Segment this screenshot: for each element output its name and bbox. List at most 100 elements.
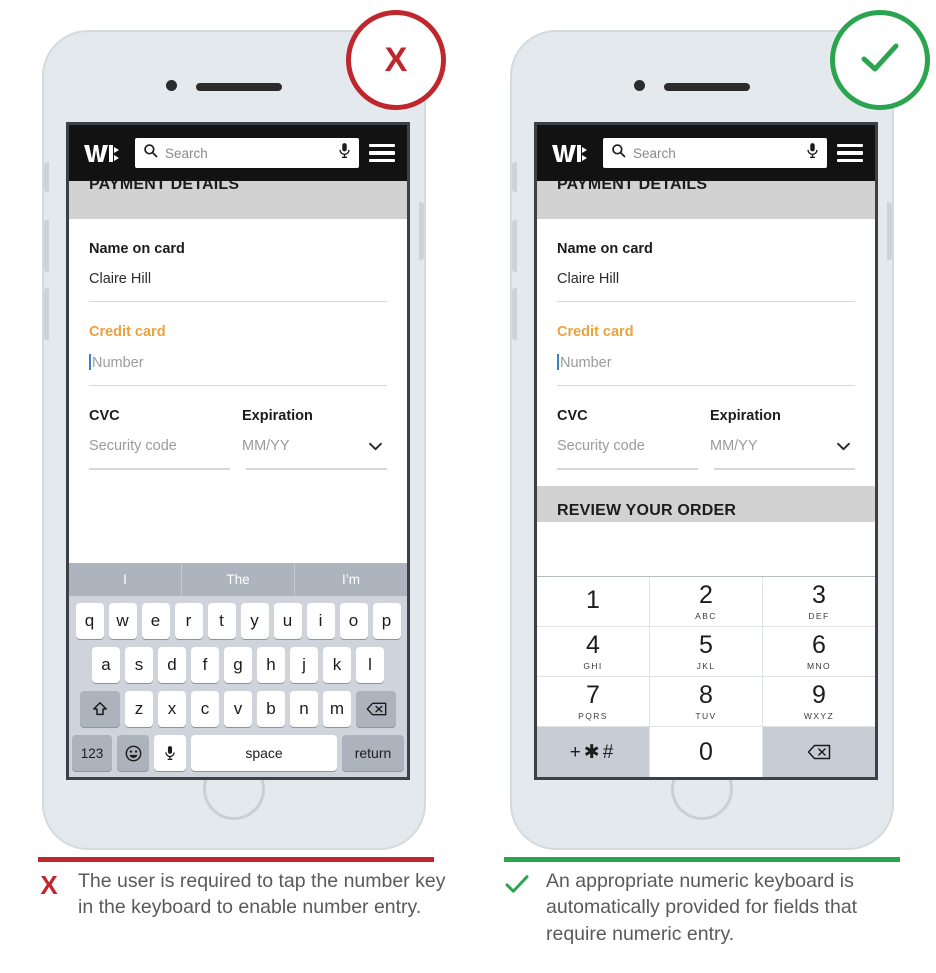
key-digit: 6 (812, 630, 826, 659)
key-a[interactable]: a (92, 647, 120, 683)
field-expiration: Expiration MM/YY (234, 408, 387, 454)
phone-screen: Search PAYMENT DETAILS Name on card Clai… (66, 122, 410, 780)
numpad-key-0[interactable]: 0 (650, 727, 763, 777)
key-digit: 8 (699, 680, 713, 709)
key-r[interactable]: r (174, 603, 203, 639)
numpad-key-3[interactable]: 3 DEF (763, 577, 875, 627)
microphone-icon[interactable] (806, 142, 819, 164)
earpiece-speaker (196, 83, 282, 91)
hamburger-menu-icon[interactable] (837, 143, 863, 163)
volume-down-button[interactable] (44, 288, 49, 340)
keyboard-row-4: 123 space return (72, 735, 404, 771)
backspace-icon[interactable] (356, 691, 396, 727)
caption-correct: An appropriate numeric keyboard is autom… (504, 868, 914, 947)
key-x[interactable]: x (158, 691, 186, 727)
numpad-key-2[interactable]: 2 ABC (650, 577, 763, 627)
numpad-key-7[interactable]: 7 PQRS (537, 677, 650, 727)
key-p[interactable]: p (372, 603, 401, 639)
field-row-cvc-expiration: CVC Security code Expiration MM/YY (89, 386, 387, 470)
suggestion-1[interactable]: The (181, 563, 294, 596)
numeric-mode-key[interactable]: 123 (72, 735, 112, 771)
numpad-key-1[interactable]: 1 (537, 577, 650, 627)
microphone-icon[interactable] (338, 142, 351, 164)
backspace-icon[interactable] (763, 727, 875, 777)
mute-switch-button[interactable] (512, 162, 517, 192)
key-z[interactable]: z (125, 691, 153, 727)
field-cvc: CVC Security code (557, 408, 702, 454)
key-j[interactable]: j (290, 647, 318, 683)
key-f[interactable]: f (191, 647, 219, 683)
key-g[interactable]: g (224, 647, 252, 683)
key-l[interactable]: l (356, 647, 384, 683)
phone-mockup: Search PAYMENT DETAILS Name on card Clai… (504, 30, 900, 850)
numpad-row-1: 1 2 ABC 3 DEF (537, 577, 875, 627)
expiration-label: Expiration (242, 408, 313, 424)
credit-card-input[interactable]: Number (89, 354, 387, 371)
key-h[interactable]: h (257, 647, 285, 683)
key-b[interactable]: b (257, 691, 285, 727)
mute-switch-button[interactable] (44, 162, 49, 192)
app-header: Search (69, 125, 407, 181)
chevron-down-icon[interactable] (368, 439, 383, 455)
numpad-key-6[interactable]: 6 MNO (763, 627, 875, 677)
suggestion-0[interactable]: I (69, 563, 181, 596)
microphone-icon[interactable] (154, 735, 186, 771)
search-input[interactable]: Search (603, 138, 827, 168)
volume-up-button[interactable] (512, 220, 517, 272)
power-button[interactable] (419, 202, 424, 260)
space-key[interactable]: space (191, 735, 337, 771)
caption-rule (504, 857, 900, 862)
key-n[interactable]: n (290, 691, 318, 727)
key-q[interactable]: q (75, 603, 104, 639)
key-t[interactable]: t (207, 603, 236, 639)
phone-body: Search PAYMENT DETAILS Name on card Clai… (42, 30, 426, 850)
hamburger-menu-icon[interactable] (369, 143, 395, 163)
key-v[interactable]: v (224, 691, 252, 727)
shift-arrow-icon[interactable] (80, 691, 120, 727)
volume-up-button[interactable] (44, 220, 49, 272)
name-on-card-value[interactable]: Claire Hill (557, 271, 855, 287)
numpad-key-4[interactable]: 4 GHI (537, 627, 650, 677)
credit-card-input[interactable]: Number (557, 354, 855, 371)
key-e[interactable]: e (141, 603, 170, 639)
key-o[interactable]: o (339, 603, 368, 639)
name-on-card-value[interactable]: Claire Hill (89, 271, 387, 287)
numpad-row-3: 7 PQRS 8 TUV 9 WXYZ (537, 677, 875, 727)
keyboard-row-3: z x c v b n m (72, 691, 404, 727)
key-s[interactable]: s (125, 647, 153, 683)
cvc-input[interactable]: Security code (557, 438, 702, 454)
section-header-payment-details: PAYMENT DETAILS (537, 181, 875, 219)
key-c[interactable]: c (191, 691, 219, 727)
key-u[interactable]: u (273, 603, 302, 639)
walmart-logo-icon[interactable] (549, 138, 593, 168)
numpad-key-8[interactable]: 8 TUV (650, 677, 763, 727)
key-y[interactable]: y (240, 603, 269, 639)
key-d[interactable]: d (158, 647, 186, 683)
return-key[interactable]: return (342, 735, 404, 771)
suggestion-2[interactable]: I’m (294, 563, 407, 596)
key-letters: MNO (806, 660, 832, 671)
expiration-placeholder: MM/YY (242, 438, 290, 454)
credit-card-placeholder: Number (560, 355, 612, 371)
key-m[interactable]: m (323, 691, 351, 727)
walmart-logo-icon[interactable] (81, 138, 125, 168)
field-underlines (557, 468, 855, 470)
volume-down-button[interactable] (512, 288, 517, 340)
emoji-smiley-icon[interactable] (117, 735, 149, 771)
expiration-select[interactable]: MM/YY (710, 438, 855, 454)
chevron-down-icon[interactable] (836, 439, 851, 455)
key-k[interactable]: k (323, 647, 351, 683)
review-title: REVIEW YOUR ORDER (557, 501, 737, 519)
app-header: Search (537, 125, 875, 181)
numpad-key-9[interactable]: 9 WXYZ (763, 677, 875, 727)
key-w[interactable]: w (108, 603, 137, 639)
numpad-key-5[interactable]: 5 JKL (650, 627, 763, 677)
cvc-input[interactable]: Security code (89, 438, 234, 454)
power-button[interactable] (887, 202, 892, 260)
numpad-key-symbols[interactable]: +✱# (537, 727, 650, 777)
search-icon (611, 143, 626, 163)
x-icon: X (40, 870, 58, 900)
search-input[interactable]: Search (135, 138, 359, 168)
expiration-select[interactable]: MM/YY (242, 438, 387, 454)
key-i[interactable]: i (306, 603, 335, 639)
